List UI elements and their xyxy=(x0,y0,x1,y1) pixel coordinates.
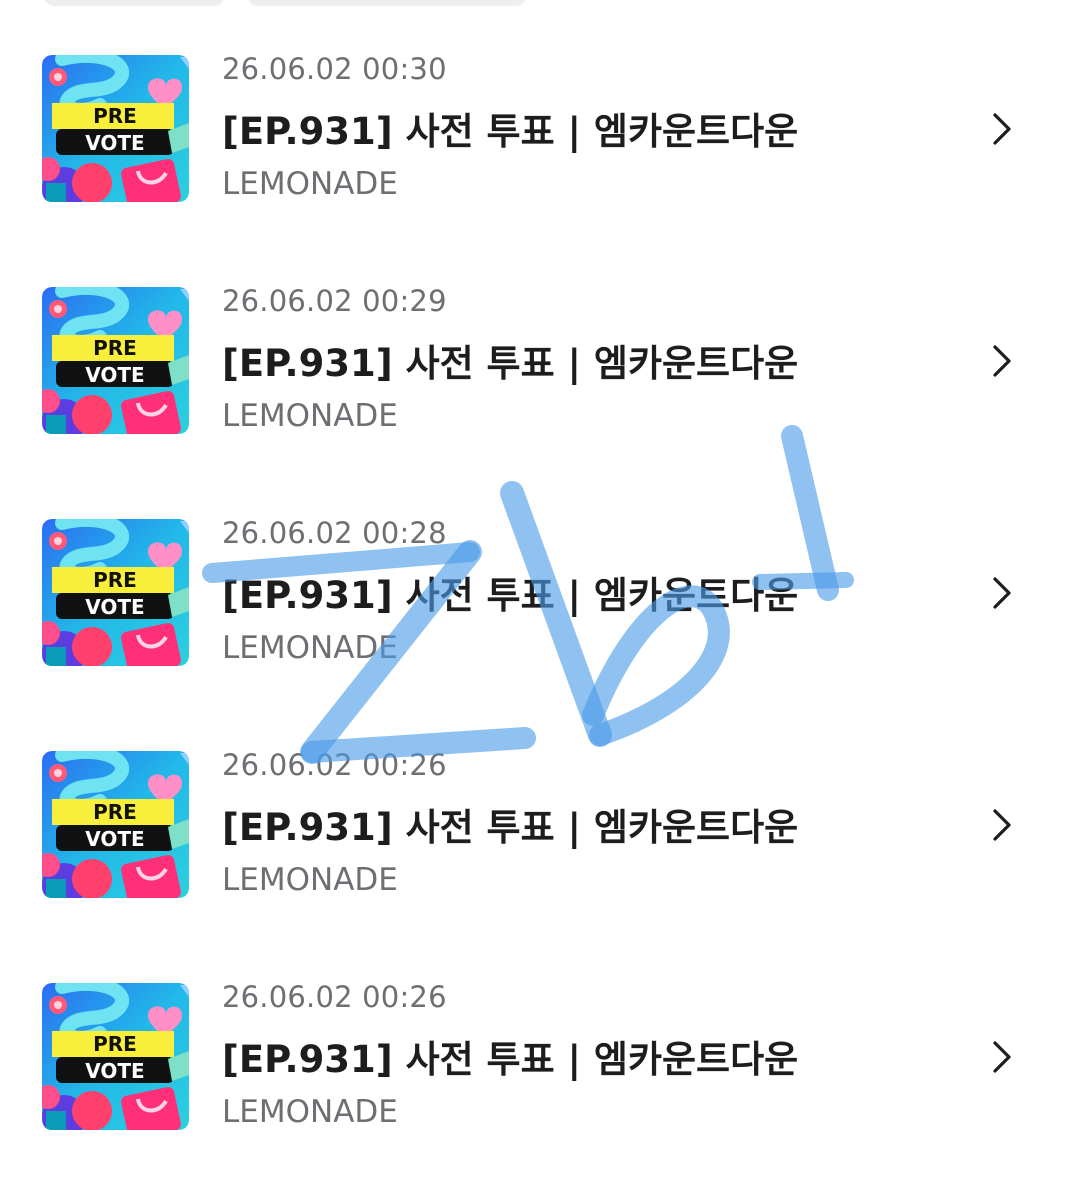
chevron-right-icon xyxy=(993,577,1011,609)
chevron-right-icon xyxy=(993,345,1011,377)
list-item[interactable]: PRE VOTE 26.06.02 00:26 [EP.931] 사전 투표 |… xyxy=(0,696,1080,928)
svg-text:PRE: PRE xyxy=(93,336,137,360)
pre-vote-thumbnail-art: PRE VOTE xyxy=(42,983,189,1130)
vote-thumbnail: PRE VOTE xyxy=(42,751,189,898)
svg-text:PRE: PRE xyxy=(93,104,137,128)
svg-text:PRE: PRE xyxy=(93,1032,137,1056)
item-artist: LEMONADE xyxy=(222,630,398,666)
item-date: 26.06.02 00:29 xyxy=(222,284,447,318)
svg-text:VOTE: VOTE xyxy=(85,595,144,619)
list-item[interactable]: PRE VOTE 26.06.02 00:30 [EP.931] 사전 투표 |… xyxy=(0,0,1080,232)
item-title: [EP.931] 사전 투표 | 엠카운트다운 xyxy=(222,806,799,849)
chevron-right-icon xyxy=(993,113,1011,145)
list-item[interactable]: PRE VOTE 26.06.02 00:28 [EP.931] 사전 투표 |… xyxy=(0,464,1080,696)
svg-text:VOTE: VOTE xyxy=(85,827,144,851)
svg-text:PRE: PRE xyxy=(93,568,137,592)
vote-thumbnail: PRE VOTE xyxy=(42,287,189,434)
pre-vote-thumbnail-art: PRE VOTE xyxy=(42,287,189,434)
list-item[interactable]: PRE VOTE 26.06.02 00:29 [EP.931] 사전 투표 |… xyxy=(0,232,1080,464)
chevron-right-icon xyxy=(993,1041,1011,1073)
vote-thumbnail: PRE VOTE xyxy=(42,55,189,202)
svg-text:VOTE: VOTE xyxy=(85,1059,144,1083)
item-artist: LEMONADE xyxy=(222,862,398,898)
pre-vote-thumbnail-art: PRE VOTE xyxy=(42,55,189,202)
svg-text:VOTE: VOTE xyxy=(85,363,144,387)
list-item[interactable]: PRE VOTE 26.06.02 00:26 [EP.931] 사전 투표 |… xyxy=(0,928,1080,1160)
item-date: 26.06.02 00:26 xyxy=(222,748,447,782)
pre-vote-thumbnail-art: PRE VOTE xyxy=(42,751,189,898)
svg-text:VOTE: VOTE xyxy=(85,131,144,155)
item-artist: LEMONADE xyxy=(222,166,398,202)
item-date: 26.06.02 00:30 xyxy=(222,52,447,86)
svg-text:PRE: PRE xyxy=(93,800,137,824)
chevron-right-icon xyxy=(993,809,1011,841)
item-artist: LEMONADE xyxy=(222,398,398,434)
item-date: 26.06.02 00:28 xyxy=(222,516,447,550)
pre-vote-thumbnail-art: PRE VOTE xyxy=(42,519,189,666)
item-title: [EP.931] 사전 투표 | 엠카운트다운 xyxy=(222,110,799,153)
item-title: [EP.931] 사전 투표 | 엠카운트다운 xyxy=(222,574,799,617)
item-artist: LEMONADE xyxy=(222,1094,398,1130)
item-date: 26.06.02 00:26 xyxy=(222,980,447,1014)
app-screen: PRE VOTE 26.06.02 00:30 [EP.931] 사전 투표 |… xyxy=(0,0,1080,1186)
item-title: [EP.931] 사전 투표 | 엠카운트다운 xyxy=(222,342,799,385)
vote-thumbnail: PRE VOTE xyxy=(42,983,189,1130)
item-title: [EP.931] 사전 투표 | 엠카운트다운 xyxy=(222,1038,799,1081)
vote-thumbnail: PRE VOTE xyxy=(42,519,189,666)
